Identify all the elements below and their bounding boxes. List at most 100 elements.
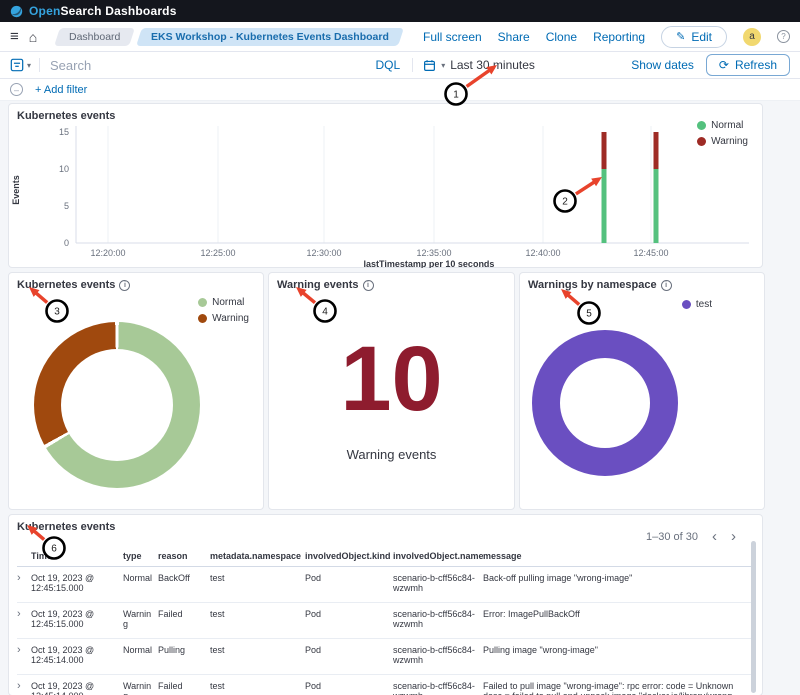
donut-legend: test — [682, 299, 712, 310]
column-header-kind[interactable]: involvedObject.kind — [305, 547, 393, 567]
metric-value: 10 — [340, 333, 442, 425]
pencil-icon: ✎ — [676, 30, 685, 43]
legend-label: Warning — [711, 136, 748, 147]
cell-message: Pulling image "wrong-image" — [483, 639, 752, 675]
legend-dot-icon — [697, 137, 706, 146]
svg-text:Events: Events — [11, 175, 21, 205]
panel-title[interactable]: Warning eventsi — [269, 273, 514, 291]
saved-query-menu[interactable]: ▾ — [10, 58, 40, 72]
breadcrumb-dashboard[interactable]: Dashboard — [54, 28, 135, 46]
panel-title[interactable]: Warnings by namespacei — [520, 273, 764, 291]
column-header-type[interactable]: type — [123, 547, 158, 567]
metric-label: Warning events — [347, 447, 437, 462]
info-icon: i — [363, 280, 374, 291]
column-header-name[interactable]: involvedObject.name — [393, 547, 483, 567]
show-dates-link[interactable]: Show dates — [631, 58, 694, 72]
legend-item[interactable]: Warning — [697, 136, 748, 147]
cell-message: Back-off pulling image "wrong-image" — [483, 567, 752, 603]
expand-row-icon[interactable]: › — [17, 572, 21, 584]
events-donut-chart[interactable] — [34, 322, 200, 488]
legend-label: test — [696, 299, 712, 310]
refresh-button[interactable]: ⟳ Refresh — [706, 54, 790, 76]
expand-toggle[interactable]: › — [17, 675, 31, 695]
column-header-message[interactable]: message — [483, 547, 752, 567]
filter-options-icon[interactable]: – — [10, 83, 23, 96]
clone-link[interactable]: Clone — [546, 30, 577, 44]
panel-kubernetes-events-table: Kubernetes events 1–30 of 30 ‹ › Time▼ t… — [8, 514, 763, 695]
svg-text:12:45:00: 12:45:00 — [633, 248, 668, 258]
opensearch-dashboards-page: OpenSearch Dashboards ≡ ⌂ Dashboard EKS … — [0, 0, 800, 695]
legend-dot-icon — [697, 121, 706, 130]
dql-button[interactable]: DQL — [364, 58, 414, 72]
chevron-down-icon: ▾ — [27, 61, 31, 70]
legend-item[interactable]: Normal — [697, 120, 748, 131]
legend-label: Normal — [711, 120, 743, 131]
expand-row-icon[interactable]: › — [17, 644, 21, 656]
legend-item[interactable]: Normal — [198, 297, 249, 308]
edit-button[interactable]: ✎ Edit — [661, 26, 727, 48]
cell-type: Warning — [123, 603, 158, 639]
timeseries-chart[interactable]: 12:20:0012:25:0012:30:0012:35:0012:40:00… — [9, 122, 764, 268]
saved-query-icon — [10, 58, 24, 72]
svg-text:12:35:00: 12:35:00 — [416, 248, 451, 258]
expand-row-icon[interactable]: › — [17, 680, 21, 692]
menu-icon[interactable]: ≡ — [10, 29, 19, 44]
cell-namespace: test — [210, 567, 305, 603]
events-table: Time▼ type reason metadata.namespace inv… — [17, 547, 752, 695]
calendar-icon[interactable] — [423, 59, 436, 72]
legend-item[interactable]: test — [682, 299, 712, 310]
reporting-link[interactable]: Reporting — [593, 30, 645, 44]
full-screen-link[interactable]: Full screen — [423, 30, 482, 44]
table-pagination: 1–30 of 30 ‹ › — [646, 529, 736, 544]
search-input[interactable] — [40, 58, 363, 73]
cell-name: scenario-b-cff56c84-wzwmh — [393, 603, 483, 639]
home-icon[interactable]: ⌂ — [29, 30, 37, 44]
app-title: OpenSearch Dashboards — [29, 4, 177, 18]
pagination-range: 1–30 of 30 — [646, 531, 698, 543]
expand-toggle[interactable]: › — [17, 603, 31, 639]
refresh-icon: ⟳ — [719, 58, 729, 72]
info-icon: i — [119, 280, 130, 291]
chevron-down-icon: ▾ — [441, 61, 445, 70]
cell-name: scenario-b-cff56c84-wzwmh — [393, 567, 483, 603]
legend-dot-icon — [198, 298, 207, 307]
avatar[interactable]: a — [743, 28, 761, 46]
add-filter-button[interactable]: + Add filter — [35, 84, 87, 96]
query-bar: ▾ DQL ▾ Last 30 minutes Show dates ⟳ Ref… — [0, 52, 800, 79]
info-icon: i — [661, 280, 672, 291]
page-prev-icon[interactable]: ‹ — [712, 529, 717, 544]
column-header-time[interactable]: Time▼ — [31, 547, 123, 567]
chart-legend: Normal Warning — [697, 120, 748, 147]
donut-hole — [61, 349, 173, 461]
svg-text:10: 10 — [59, 164, 69, 174]
page-next-icon[interactable]: › — [731, 529, 736, 544]
donut-legend: Normal Warning — [198, 297, 249, 324]
cell-namespace: test — [210, 675, 305, 695]
opensearch-logo-icon — [10, 5, 23, 18]
expand-row-icon[interactable]: › — [17, 608, 21, 620]
cell-time: Oct 19, 2023 @ 12:45:14.000 — [31, 639, 123, 675]
cell-time: Oct 19, 2023 @ 12:45:14.000 — [31, 675, 123, 695]
cell-reason: BackOff — [158, 567, 210, 603]
cell-time: Oct 19, 2023 @ 12:45:15.000 — [31, 603, 123, 639]
legend-item[interactable]: Warning — [198, 313, 249, 324]
share-link[interactable]: Share — [498, 30, 530, 44]
expand-toggle[interactable]: › — [17, 567, 31, 603]
table-row: ›Oct 19, 2023 @ 12:45:14.000WarningFaile… — [17, 675, 752, 695]
panel-kubernetes-events-chart: Kubernetes events 12:20:0012:25:0012:30:… — [8, 103, 763, 268]
time-range-value[interactable]: Last 30 minutes — [450, 58, 535, 72]
column-header-namespace[interactable]: metadata.namespace — [210, 547, 305, 567]
cell-kind: Pod — [305, 567, 393, 603]
legend-label: Warning — [212, 313, 249, 324]
breadcrumb: Dashboard EKS Workshop - Kubernetes Even… — [57, 28, 400, 46]
help-icon[interactable]: ? — [777, 30, 790, 43]
column-header-reason[interactable]: reason — [158, 547, 210, 567]
panel-title[interactable]: Kubernetes eventsi — [9, 273, 263, 291]
expand-toggle[interactable]: › — [17, 639, 31, 675]
panel-title[interactable]: Kubernetes events — [9, 104, 762, 122]
table-scrollbar[interactable] — [751, 541, 756, 693]
cell-reason: Failed — [158, 675, 210, 695]
legend-label: Normal — [212, 297, 244, 308]
namespace-donut-chart[interactable] — [532, 330, 678, 476]
cell-type: Normal — [123, 639, 158, 675]
